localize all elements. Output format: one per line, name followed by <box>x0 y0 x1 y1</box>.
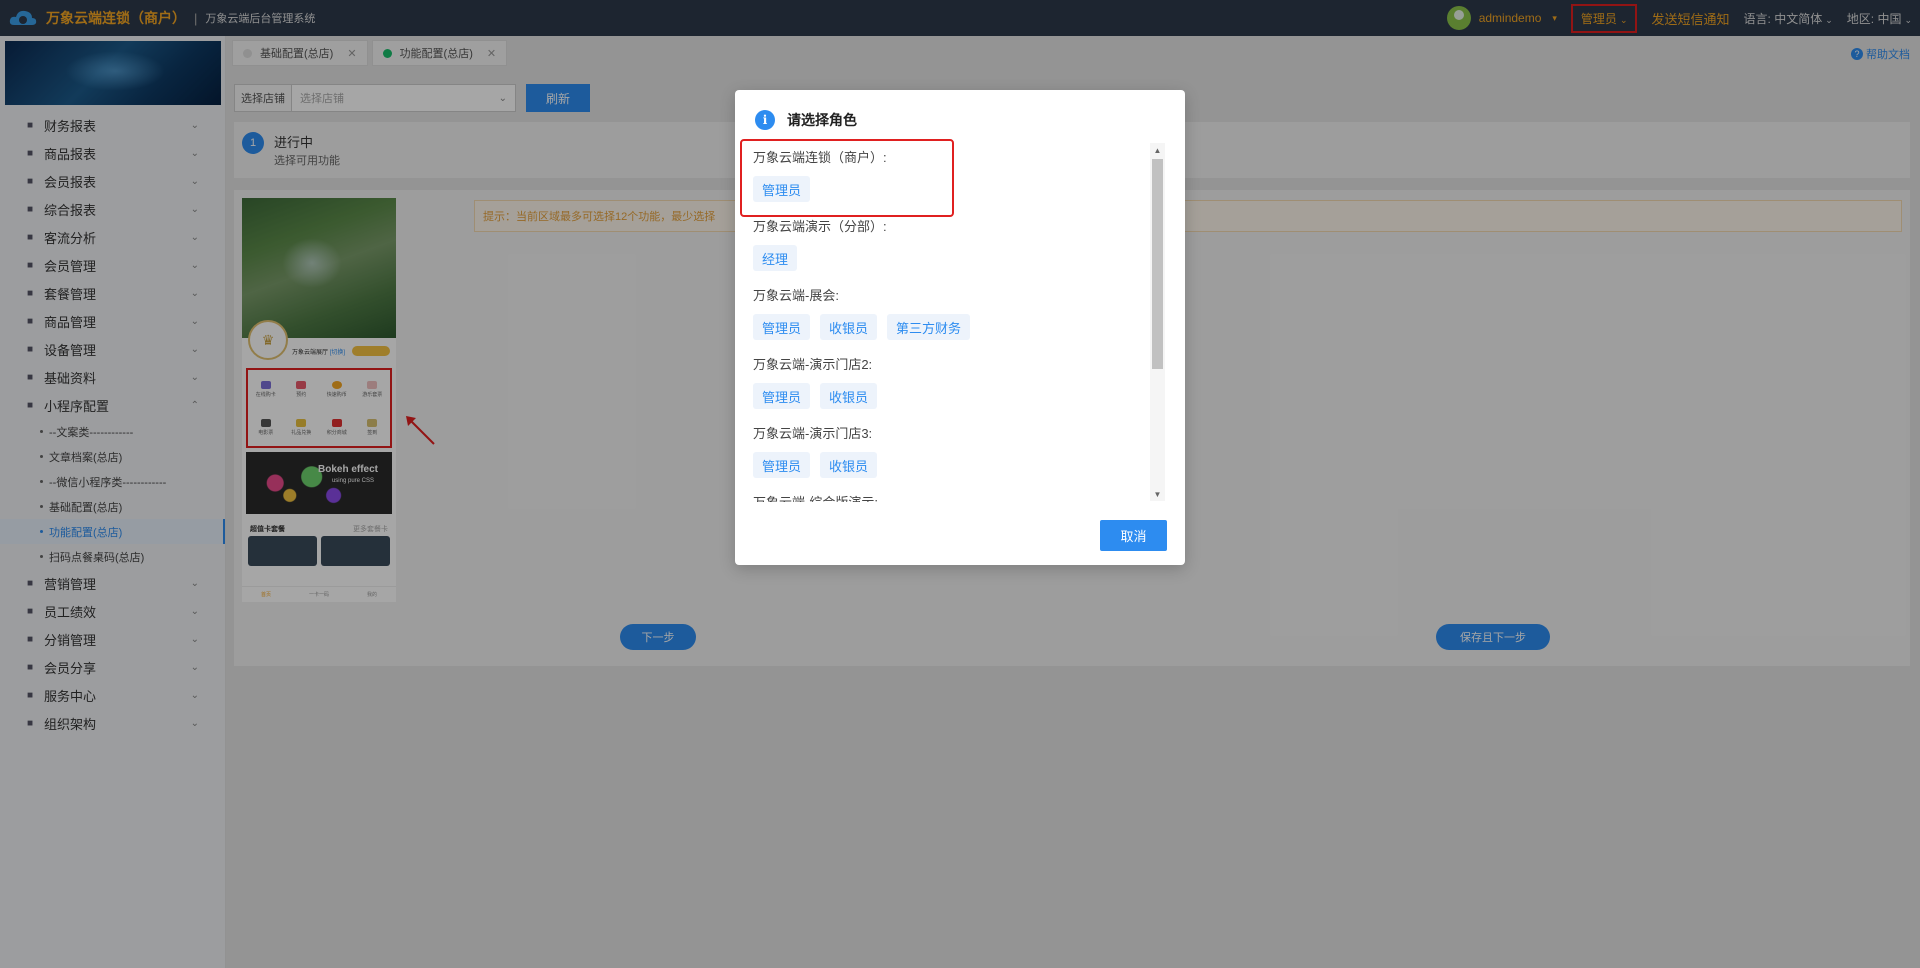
role-group: 万象云端-综合版演示: <box>753 487 1163 502</box>
role-group-label: 万象云端演示（分部）: <box>753 219 887 234</box>
role-group: 万象云端-展会: 管理员 收银员 第三方财务 <box>753 280 1163 349</box>
scrollbar-thumb[interactable] <box>1152 159 1163 369</box>
scrollbar[interactable]: ▲ ▼ <box>1150 143 1165 501</box>
role-group: 万象云端演示（分部）: 经理 <box>753 211 1163 280</box>
modal-header: i 请选择角色 <box>755 110 857 130</box>
role-chip[interactable]: 第三方财务 <box>887 314 971 340</box>
role-group-label: 万象云端-综合版演示: <box>753 492 878 502</box>
info-icon: i <box>755 110 775 130</box>
role-chip[interactable]: 管理员 <box>753 314 811 340</box>
role-chips: 经理 <box>753 245 798 271</box>
role-group: 万象云端-演示门店2: 管理员 收银员 <box>753 349 1163 418</box>
role-chip[interactable]: 收银员 <box>820 314 878 340</box>
role-chip[interactable]: 管理员 <box>753 452 811 478</box>
role-chips: 管理员 收银员 第三方财务 <box>753 314 971 340</box>
role-chip[interactable]: 经理 <box>753 245 798 271</box>
modal-title: 请选择角色 <box>787 112 857 128</box>
highlight-box <box>740 139 954 217</box>
role-chips: 管理员 收银员 <box>753 452 878 478</box>
role-group-label: 万象云端-展会: <box>753 288 839 303</box>
role-group: 万象云端-演示门店3: 管理员 收银员 <box>753 418 1163 487</box>
role-chip[interactable]: 管理员 <box>753 383 811 409</box>
cancel-button[interactable]: 取消 <box>1100 520 1167 551</box>
role-group-label: 万象云端-演示门店3: <box>753 426 873 441</box>
role-chips: 管理员 收银员 <box>753 383 878 409</box>
role-group-label: 万象云端-演示门店2: <box>753 357 873 372</box>
scroll-up-icon[interactable]: ▲ <box>1150 143 1165 157</box>
scroll-down-icon[interactable]: ▼ <box>1150 487 1165 501</box>
role-chip[interactable]: 收银员 <box>820 452 878 478</box>
role-chip[interactable]: 收银员 <box>820 383 878 409</box>
